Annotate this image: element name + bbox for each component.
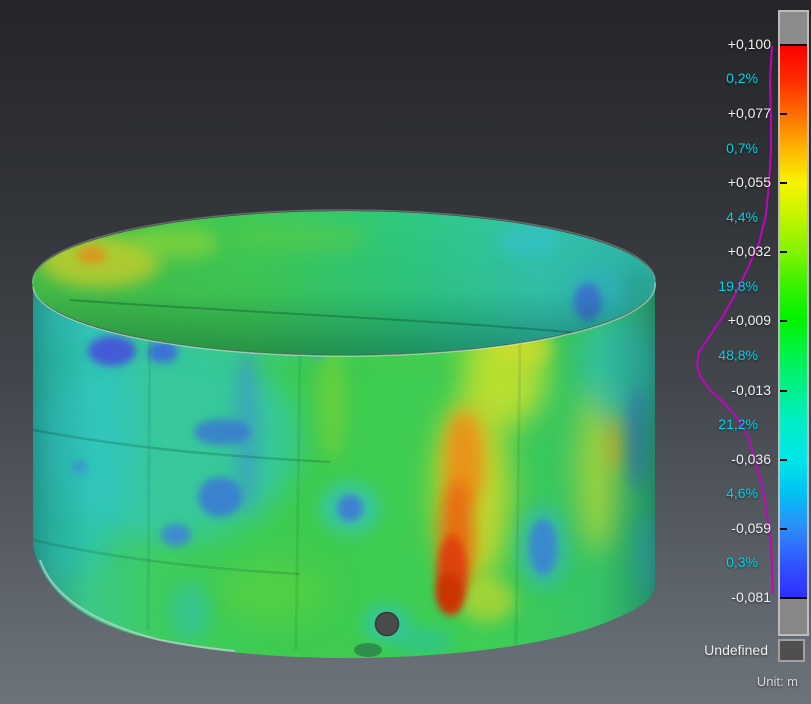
- scale-percent-label: 4,6%: [686, 484, 758, 502]
- bottom-notch: [354, 643, 382, 657]
- scale-value-label: +0,009: [699, 311, 771, 329]
- scale-percent-label: 0,7%: [686, 139, 758, 157]
- scale-tick: [780, 251, 787, 253]
- scale-tick: [780, 459, 787, 461]
- scale-tick: [780, 528, 787, 530]
- manhole-hole: [376, 613, 399, 636]
- scale-value-label: +0,032: [699, 242, 771, 260]
- scale-percent-label: 48,8%: [686, 346, 758, 364]
- scale-cap-below-min: [780, 599, 807, 634]
- scale-percent-label: 4,4%: [686, 208, 758, 226]
- undefined-label: Undefined: [658, 641, 768, 659]
- undefined-swatch[interactable]: [778, 639, 805, 662]
- scale-value-label: +0,055: [699, 173, 771, 191]
- scale-percent-label: 19,8%: [686, 277, 758, 295]
- scale-tick: [780, 390, 787, 392]
- scale-value-label: +0,100: [699, 35, 771, 53]
- scale-tick: [780, 113, 787, 115]
- scale-value-label: -0,081: [699, 588, 771, 606]
- scale-value-label: -0,036: [699, 450, 771, 468]
- scale-value-label: -0,059: [699, 519, 771, 537]
- scale-gradient: [780, 44, 807, 599]
- scale-value-label: -0,013: [699, 381, 771, 399]
- scale-value-label: +0,077: [699, 104, 771, 122]
- color-scale-bar[interactable]: [778, 10, 809, 636]
- scale-tick: [780, 182, 787, 184]
- scale-tick: [780, 320, 787, 322]
- scale-percent-label: 0,2%: [686, 69, 758, 87]
- scale-percent-label: 0,3%: [686, 553, 758, 571]
- scale-percent-label: 21,2%: [686, 415, 758, 433]
- scale-cap-above-max: [780, 12, 807, 44]
- unit-label: Unit: m: [688, 673, 798, 691]
- inspection-3d-viewport[interactable]: +0,100 +0,077 +0,055 +0,032 +0,009 -0,01…: [0, 0, 811, 704]
